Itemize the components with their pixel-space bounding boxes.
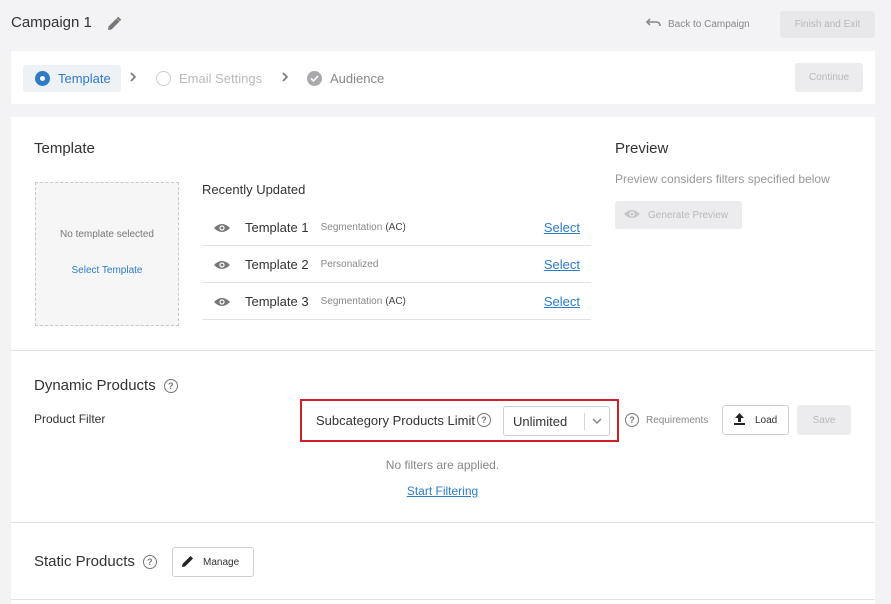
radio-empty-icon [156, 71, 171, 86]
select-template-1-link[interactable]: Select [544, 220, 580, 235]
static-products-title: Static Products [34, 553, 135, 570]
eye-icon [623, 208, 641, 223]
template-name: Template 1 [245, 219, 309, 235]
help-icon[interactable]: ? [477, 413, 491, 427]
requirements-label: Requirements [646, 414, 709, 426]
campaign-title: Campaign 1 [11, 14, 92, 31]
stepper: Template Email Settings Audience Continu… [11, 51, 875, 104]
manage-label: Manage [203, 556, 240, 568]
back-to-campaign-label: Back to Campaign [668, 18, 750, 30]
back-to-campaign-link[interactable]: Back to Campaign [645, 17, 750, 31]
step-label: Template [58, 71, 111, 86]
pencil-icon[interactable] [105, 15, 123, 33]
chevron-right-icon [129, 71, 137, 85]
top-header: Campaign 1 Back to Campaign Finish and E… [0, 0, 891, 50]
dynamic-products-heading: Dynamic Products ? [34, 377, 178, 394]
template-name: Template 3 [245, 293, 309, 309]
select-template-3-link[interactable]: Select [544, 294, 580, 309]
continue-button[interactable]: Continue [795, 63, 863, 92]
section-divider [11, 522, 875, 523]
template-type: Segmentation (AC) [320, 295, 406, 307]
product-filter-label: Product Filter [34, 412, 106, 426]
select-divider [584, 413, 585, 430]
chevron-down-icon [590, 414, 604, 428]
manage-button[interactable]: Manage [172, 547, 254, 577]
template-type: Segmentation (AC) [320, 221, 406, 233]
requirements-link[interactable]: ? Requirements [625, 413, 708, 427]
subcategory-limit-highlight: Subcategory Products Limit ? Unlimited [300, 399, 619, 442]
select-template-2-link[interactable]: Select [544, 257, 580, 272]
select-template-link[interactable]: Select Template [36, 265, 178, 276]
check-circle-icon [307, 71, 322, 86]
no-template-text: No template selected [60, 229, 154, 240]
finish-and-exit-button[interactable]: Finish and Exit [780, 11, 875, 38]
pencil-icon [181, 554, 195, 571]
template-row: Template 2 Personalized Select [202, 246, 591, 283]
step-email-settings[interactable]: Email Settings [156, 65, 262, 92]
no-filters-text: No filters are applied. [385, 458, 500, 472]
template-section-title: Template [34, 140, 95, 157]
section-divider [11, 599, 875, 600]
generate-preview-button[interactable]: Generate Preview [615, 201, 742, 229]
preview-section-title: Preview [615, 140, 669, 157]
load-button[interactable]: Load [722, 405, 789, 435]
load-label: Load [755, 414, 778, 426]
start-filtering-link: Start Filtering [406, 484, 479, 498]
recently-updated-title: Recently Updated [202, 182, 306, 197]
undo-icon [645, 17, 662, 31]
template-row: Template 3 Segmentation (AC) Select [202, 283, 591, 320]
dynamic-products-title: Dynamic Products [34, 377, 156, 394]
help-icon[interactable]: ? [142, 554, 157, 569]
template-placeholder: No template selected Select Template [35, 182, 179, 326]
limit-value: Unlimited [513, 414, 568, 429]
subcategory-limit-select[interactable]: Unlimited [503, 406, 610, 436]
eye-icon[interactable] [213, 295, 231, 307]
save-button[interactable]: Save [797, 405, 851, 435]
chevron-right-icon [281, 71, 289, 85]
eye-icon[interactable] [213, 221, 231, 233]
upload-icon [733, 412, 746, 428]
step-label: Audience [330, 71, 385, 86]
preview-description: Preview considers filters specified belo… [615, 172, 830, 186]
help-icon: ? [625, 413, 639, 427]
radio-selected-icon [35, 71, 50, 86]
main-card: Template No template selected Select Tem… [11, 117, 875, 604]
subcategory-limit-label: Subcategory Products Limit [316, 413, 475, 428]
step-audience[interactable]: Audience [307, 65, 384, 92]
template-name: Template 2 [245, 256, 309, 272]
eye-icon[interactable] [213, 258, 231, 270]
section-divider [11, 350, 875, 351]
template-type: Personalized [320, 258, 379, 270]
step-label: Email Settings [179, 71, 263, 86]
help-icon[interactable]: ? [163, 378, 178, 393]
generate-preview-label: Generate Preview [648, 209, 729, 221]
step-template[interactable]: Template [23, 65, 121, 92]
template-row: Template 1 Segmentation (AC) Select [202, 209, 591, 246]
static-products-heading: Static Products ? [34, 553, 157, 570]
